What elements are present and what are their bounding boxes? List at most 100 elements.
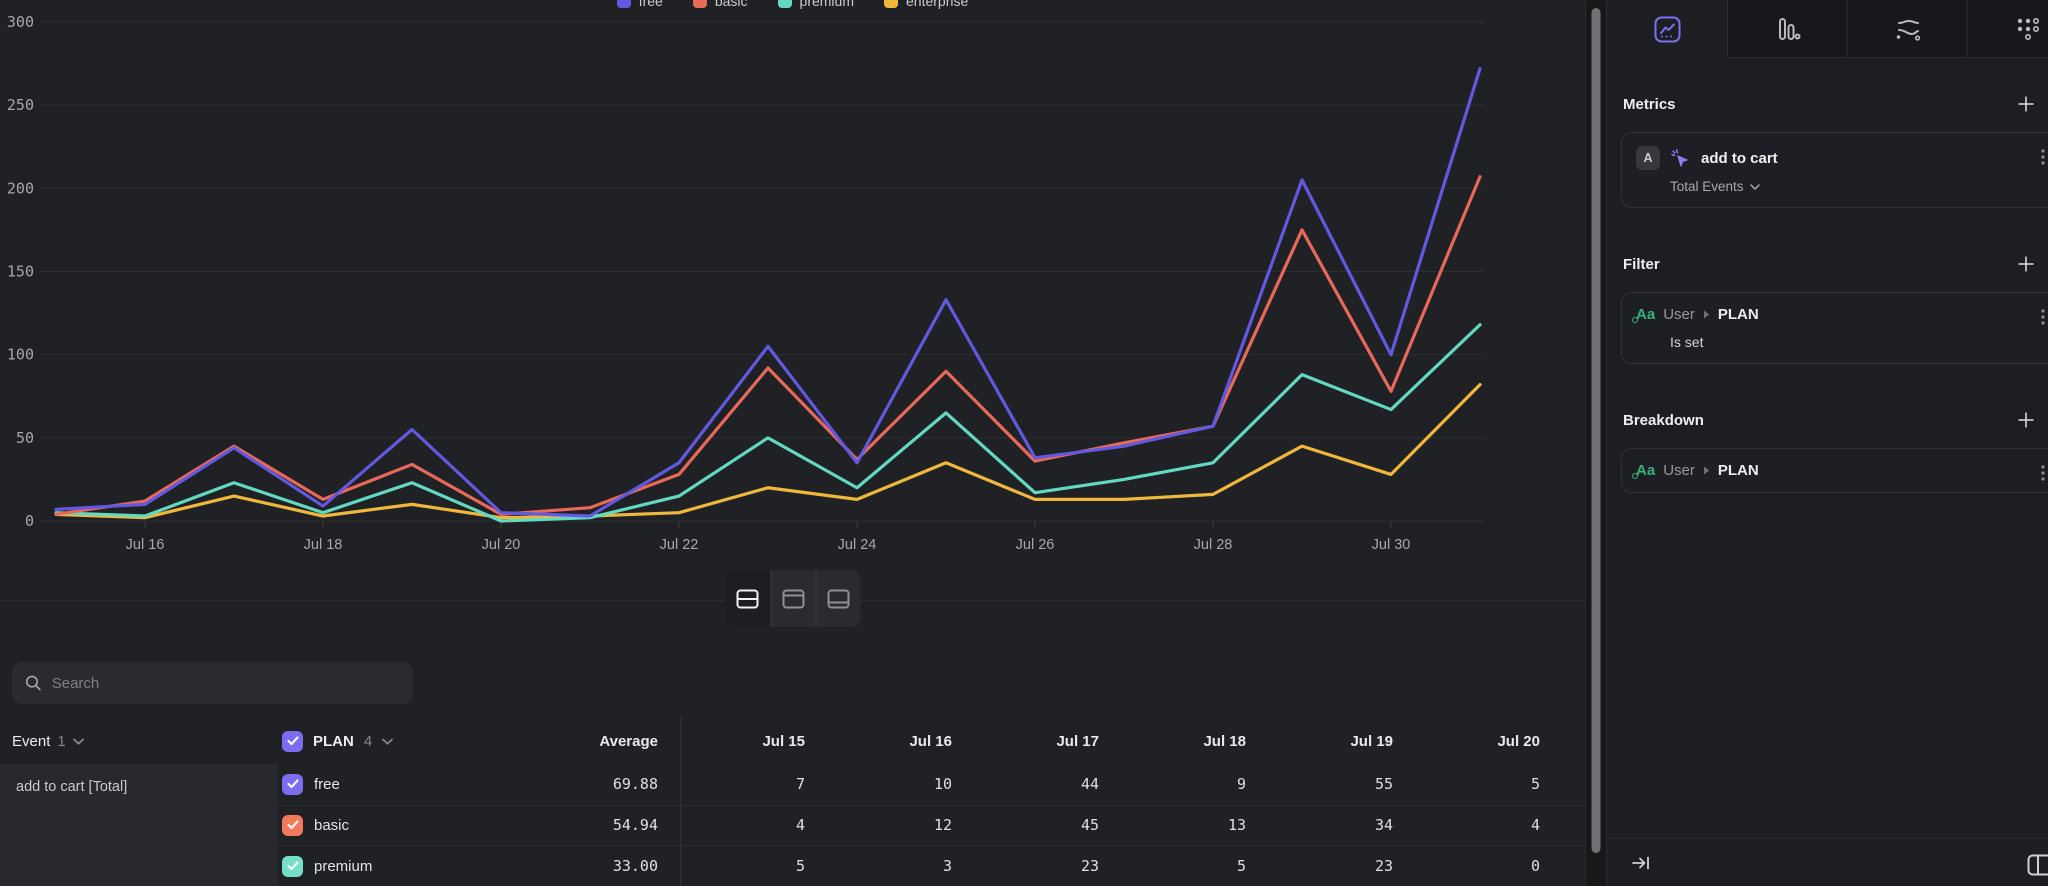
- layout-table-focus-button[interactable]: [815, 570, 860, 627]
- chart-canvas[interactable]: 050100150200250300Jul 16Jul 18Jul 20Jul …: [0, 0, 1585, 562]
- cell-value: 44: [974, 775, 1121, 793]
- plan-count: 4: [364, 733, 372, 750]
- visualization-tabbar: [1607, 0, 2048, 58]
- metric-event-name[interactable]: add to cart: [1701, 150, 1778, 167]
- table-row-free: free69.88710449555: [278, 764, 1585, 805]
- table-rows: free69.88710449555basic54.944124513344pr…: [278, 764, 1585, 886]
- bar-chart-icon: [1775, 16, 1801, 42]
- filter-section-header: Filter: [1623, 252, 2038, 276]
- cell-value: 5: [680, 846, 827, 886]
- search-input[interactable]: [52, 675, 400, 692]
- metrics-title: Metrics: [1623, 96, 1676, 113]
- grid-dots-icon: [2015, 16, 2041, 42]
- check-icon: [287, 820, 299, 830]
- legend-chip: [778, 0, 792, 8]
- kebab-icon: [2041, 149, 2045, 165]
- table-row-premium: premium33.0053235230: [278, 845, 1585, 886]
- chart-focus-icon: [781, 588, 805, 610]
- plan-header-label: PLAN: [313, 733, 354, 750]
- cell-value: 45: [974, 816, 1121, 834]
- svg-text:Jul 16: Jul 16: [126, 537, 165, 553]
- sidebar-footer: [1607, 838, 2048, 886]
- layout-split-equal-button[interactable]: [725, 570, 770, 627]
- metric-card[interactable]: A add to cart Total Events: [1621, 132, 2048, 208]
- metric-letter-badge: A: [1636, 146, 1660, 170]
- chevron-right-icon: [1703, 310, 1710, 319]
- chevron-down-icon: [1750, 184, 1760, 190]
- filter-title: Filter: [1623, 256, 1660, 273]
- series-checkbox-premium[interactable]: [282, 856, 303, 877]
- filter-kebab-menu[interactable]: [2039, 307, 2047, 330]
- cell-value: 12: [827, 816, 974, 834]
- plus-icon: [2016, 254, 2036, 274]
- scrollbar-thumb[interactable]: [1592, 8, 1601, 853]
- breakdown-kebab-menu[interactable]: [2039, 463, 2047, 486]
- series-name: premium: [314, 858, 372, 875]
- measure-dropdown[interactable]: Total Events: [1670, 179, 2043, 194]
- tab-flow-view[interactable]: [1847, 0, 1967, 58]
- plus-icon: [2016, 410, 2036, 430]
- svg-text:300: 300: [7, 13, 34, 31]
- legend-item-free[interactable]: free: [617, 0, 663, 9]
- tab-grid-view[interactable]: [1967, 0, 2048, 58]
- split-equal-icon: [736, 588, 760, 610]
- event-column-header[interactable]: Event 1: [0, 733, 278, 750]
- series-checkbox-free[interactable]: [282, 774, 303, 795]
- svg-text:Jul 30: Jul 30: [1372, 537, 1411, 553]
- svg-text:150: 150: [7, 263, 34, 281]
- add-filter-button[interactable]: [2014, 252, 2038, 276]
- metrics-section-header: Metrics: [1623, 92, 2038, 116]
- svg-text:250: 250: [7, 96, 34, 114]
- event-count: 1: [57, 733, 65, 750]
- cell-value: 23: [974, 857, 1121, 875]
- date-column-header: Jul 16: [827, 733, 974, 750]
- svg-text:Jul 20: Jul 20: [482, 537, 521, 553]
- svg-text:Jul 26: Jul 26: [1016, 537, 1055, 553]
- filter-property[interactable]: PLAN: [1718, 306, 1759, 323]
- check-icon: [287, 861, 299, 871]
- svg-text:Jul 24: Jul 24: [838, 537, 877, 553]
- svg-text:50: 50: [16, 429, 34, 447]
- filter-card[interactable]: Aa User PLAN Is set: [1621, 292, 2048, 364]
- panel-icon: [2027, 854, 2048, 876]
- series-checkbox-basic[interactable]: [282, 815, 303, 836]
- date-column-header: Jul 18: [1121, 733, 1268, 750]
- add-breakdown-button[interactable]: [2014, 408, 2038, 432]
- chevron-down-icon: [382, 738, 393, 745]
- vertical-scrollbar[interactable]: [1585, 0, 1607, 886]
- series-name: free: [314, 776, 340, 793]
- panel-layout-button[interactable]: [2025, 852, 2048, 878]
- breakdown-property[interactable]: PLAN: [1718, 462, 1759, 479]
- layout-chart-focus-button[interactable]: [770, 570, 815, 627]
- tab-bar-chart-view[interactable]: [1727, 0, 1847, 58]
- filter-operator[interactable]: Is set: [1670, 334, 2043, 350]
- svg-text:100: 100: [7, 346, 34, 364]
- collapse-right-icon: [1631, 854, 1651, 872]
- measure-label: Total Events: [1670, 179, 1744, 194]
- analytics-app: freebasicpremiumenterprise 0501001502002…: [0, 0, 2048, 886]
- legend-label: enterprise: [906, 0, 968, 9]
- event-click-icon: [1670, 148, 1691, 169]
- plus-icon: [2016, 94, 2036, 114]
- legend-item-enterprise[interactable]: enterprise: [884, 0, 968, 9]
- event-group-cell[interactable]: add to cart [Total]: [0, 764, 278, 886]
- breakdown-card[interactable]: Aa User PLAN: [1621, 448, 2048, 493]
- search-box[interactable]: [12, 662, 413, 704]
- main-panel: freebasicpremiumenterprise 0501001502002…: [0, 0, 1585, 886]
- metric-kebab-menu[interactable]: [2039, 147, 2047, 170]
- query-sidebar: Metrics A add to cart: [1607, 0, 2048, 886]
- layout-toggle-group: [725, 570, 860, 627]
- average-value: 69.88: [520, 775, 680, 793]
- svg-text:200: 200: [7, 179, 34, 197]
- legend-item-premium[interactable]: premium: [778, 0, 854, 9]
- cell-value: 7: [680, 764, 827, 805]
- table-row-basic: basic54.944124513344: [278, 805, 1585, 846]
- plan-column-header[interactable]: PLAN 4: [278, 731, 520, 752]
- add-metric-button[interactable]: [2014, 92, 2038, 116]
- text-property-icon: Aa: [1636, 306, 1655, 323]
- tab-line-chart-view[interactable]: [1607, 0, 1727, 59]
- collapse-sidebar-button[interactable]: [1629, 852, 1653, 874]
- plan-select-all-checkbox[interactable]: [282, 731, 303, 752]
- legend-item-basic[interactable]: basic: [693, 0, 748, 9]
- line-chart-icon: [1654, 16, 1681, 43]
